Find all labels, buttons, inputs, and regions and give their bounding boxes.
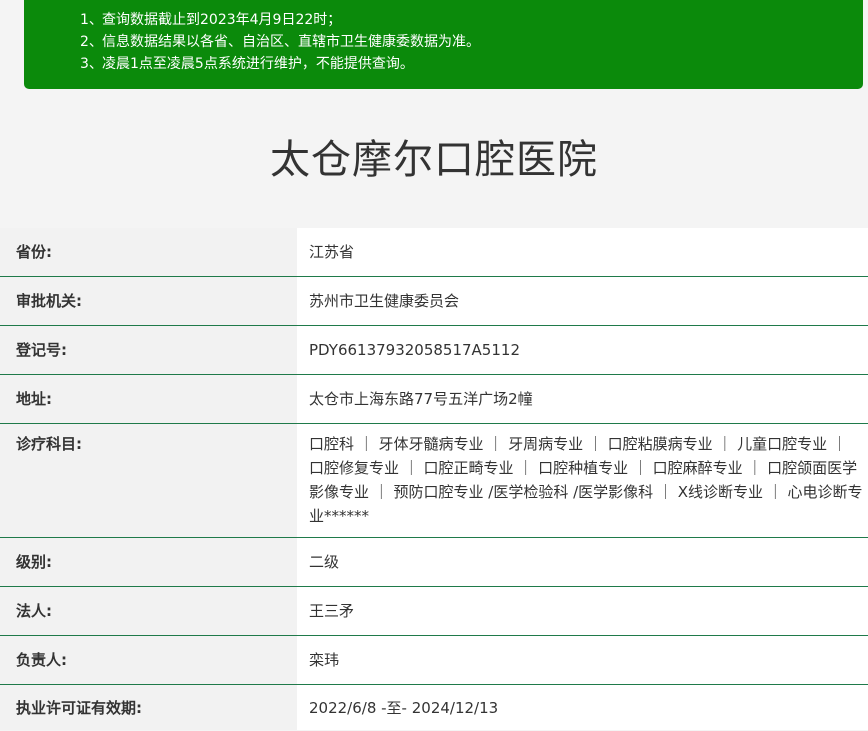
field-label: 诊疗科目: [0,424,297,537]
field-label: 省份: [0,228,297,276]
notice-text: 查询数据截止到2023年4月9日22时； [102,12,342,28]
notice-number: 2、 [80,34,103,50]
field-value: 江苏省 [297,228,868,276]
notice-text: 信息数据结果以各省、自治区、直辖市卫生健康委数据为准。 [102,34,480,50]
field-label: 负责人: [0,636,297,684]
notice-number: 3、 [80,56,103,72]
field-value: 2022/6/8 -至- 2024/12/13 [297,685,868,730]
notice-number: 1、 [80,12,103,28]
row-legal-person: 法人: 王三矛 [0,587,868,636]
notice-line-3: 3、凌晨1点至凌晨5点系统进行维护，不能提供查询。 [24,53,863,75]
hospital-info-table: 省份: 江苏省 审批机关: 苏州市卫生健康委员会 登记号: PDY6613793… [0,228,868,730]
field-label: 地址: [0,375,297,423]
notice-line-1: 1、查询数据截止到2023年4月9日22时； [24,9,863,31]
field-value: 苏州市卫生健康委员会 [297,277,868,325]
notice-line-2: 2、信息数据结果以各省、自治区、直辖市卫生健康委数据为准。 [24,31,863,53]
row-province: 省份: 江苏省 [0,228,868,277]
field-value: 太仓市上海东路77号五洋广场2幢 [297,375,868,423]
field-value: 王三矛 [297,587,868,635]
field-label: 登记号: [0,326,297,374]
field-label: 审批机关: [0,277,297,325]
field-value: 栾玮 [297,636,868,684]
field-label: 执业许可证有效期: [0,685,297,730]
notice-text: 凌晨1点至凌晨5点系统进行维护，不能提供查询。 [102,56,414,72]
field-value: 二级 [297,538,868,586]
row-authority: 审批机关: 苏州市卫生健康委员会 [0,277,868,326]
notice-banner: 1、查询数据截止到2023年4月9日22时； 2、信息数据结果以各省、自治区、直… [24,0,863,89]
page-title: 太仓摩尔口腔医院 [270,137,598,183]
field-value: PDY66137932058517A5112 [297,326,868,374]
row-address: 地址: 太仓市上海东路77号五洋广场2幢 [0,375,868,424]
row-license-validity: 执业许可证有效期: 2022/6/8 -至- 2024/12/13 [0,685,868,730]
field-label: 级别: [0,538,297,586]
row-level: 级别: 二级 [0,538,868,587]
row-principal: 负责人: 栾玮 [0,636,868,685]
field-label: 法人: [0,587,297,635]
row-departments: 诊疗科目: 口腔科 ｜ 牙体牙髓病专业 ｜ 牙周病专业 ｜ 口腔粘膜病专业 ｜ … [0,424,868,538]
row-registration: 登记号: PDY66137932058517A5112 [0,326,868,375]
field-value: 口腔科 ｜ 牙体牙髓病专业 ｜ 牙周病专业 ｜ 口腔粘膜病专业 ｜ 儿童口腔专业… [297,424,868,537]
